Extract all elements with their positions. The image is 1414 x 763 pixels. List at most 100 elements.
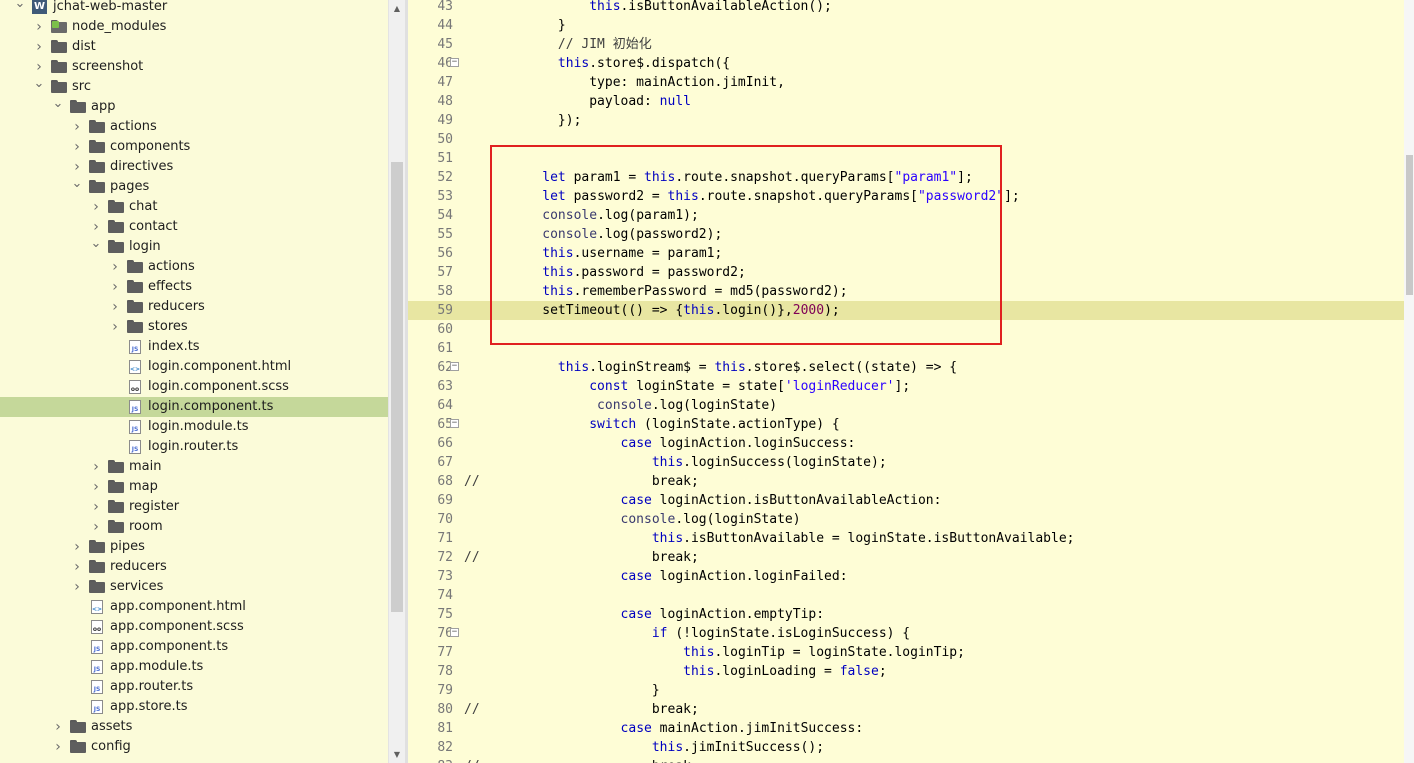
code-line[interactable]: 68 // break; [408,472,1408,491]
chevron-right-icon[interactable]: › [90,497,102,517]
tree-folder[interactable]: › directives [0,157,388,177]
code-line[interactable]: 52 let param1 = this.route.snapshot.quer… [408,168,1408,187]
tree-folder[interactable]: › config [0,737,388,757]
chevron-down-icon[interactable]: ⌄ [14,0,26,17]
chevron-down-icon[interactable]: ⌄ [52,97,64,117]
chevron-right-icon[interactable]: › [90,457,102,477]
tree-folder[interactable]: ⌄ pages [0,177,388,197]
chevron-right-icon[interactable]: › [90,197,102,217]
code-line[interactable]: 61 [408,339,1408,358]
tree-folder[interactable]: › register [0,497,388,517]
code-line[interactable]: 64 console.log(loginState) [408,396,1408,415]
tree-file[interactable]: JS index.ts [0,337,388,357]
code-line[interactable]: 51 [408,149,1408,168]
tree-folder[interactable]: › contact [0,217,388,237]
tree-folder[interactable]: › actions [0,257,388,277]
code-line[interactable]: 55 console.log(password2); [408,225,1408,244]
tree-folder[interactable]: › components [0,137,388,157]
chevron-down-icon[interactable]: ⌄ [90,237,102,257]
code-line[interactable]: 66 case loginAction.loginSuccess: [408,434,1408,453]
code-editor[interactable]: 43 this.isButtonAvailableAction(); 44 } 45… [405,0,1414,763]
tree-folder[interactable]: › stores [0,317,388,337]
tree-folder[interactable]: › map [0,477,388,497]
project-root[interactable]: ⌄ Wjchat-web-master [0,0,388,17]
code-line[interactable]: 43 this.isButtonAvailableAction(); [408,0,1408,16]
code-line[interactable]: 76− if (!loginState.isLoginSuccess) { [408,624,1408,643]
tree-file[interactable]: JS login.component.ts [0,397,388,417]
tree-folder[interactable]: › pipes [0,537,388,557]
tree-file[interactable]: JS login.module.ts [0,417,388,437]
tree-file[interactable]: <> app.component.html [0,597,388,617]
chevron-right-icon[interactable]: › [90,477,102,497]
editor-scrollbar[interactable] [1404,0,1414,763]
code-line[interactable]: 53 let password2 = this.route.snapshot.q… [408,187,1408,206]
tree-folder[interactable]: › chat [0,197,388,217]
chevron-right-icon[interactable]: › [71,537,83,557]
code-line[interactable]: 73 case loginAction.loginFailed: [408,567,1408,586]
explorer-scrollbar-thumb[interactable] [391,162,403,612]
code-line[interactable]: 46− this.store$.dispatch({ [408,54,1408,73]
chevron-right-icon[interactable]: › [71,577,83,597]
code-line[interactable]: 78 this.loginLoading = false; [408,662,1408,681]
code-line[interactable]: 49 }); [408,111,1408,130]
tree-folder[interactable]: › reducers [0,557,388,577]
fold-toggle-icon[interactable]: − [450,628,459,637]
tree-folder[interactable]: › dist [0,37,388,57]
code-line[interactable]: 47 type: mainAction.jimInit, [408,73,1408,92]
tree-file[interactable]: JS app.module.ts [0,657,388,677]
editor-scrollbar-thumb[interactable] [1406,155,1413,295]
tree-folder[interactable]: › reducers [0,297,388,317]
chevron-right-icon[interactable]: › [71,157,83,177]
tree-folder[interactable]: › services [0,577,388,597]
tree-folder[interactable]: › actions [0,117,388,137]
code-line[interactable]: 69 case loginAction.isButtonAvailableAct… [408,491,1408,510]
code-line[interactable]: 44 } [408,16,1408,35]
code-line[interactable]: 56 this.username = param1; [408,244,1408,263]
tree-folder[interactable]: ⌄ app [0,97,388,117]
code-line[interactable]: 60 [408,320,1408,339]
tree-folder[interactable]: › room [0,517,388,537]
fold-toggle-icon[interactable]: − [450,419,459,428]
code-line[interactable]: 75 case loginAction.emptyTip: [408,605,1408,624]
code-line[interactable]: 45 // JIM 初始化 [408,35,1408,54]
code-line[interactable]: 72 // break; [408,548,1408,567]
fold-toggle-icon[interactable]: − [450,58,459,67]
chevron-right-icon[interactable]: › [109,257,121,277]
code-line[interactable]: 82 this.jimInitSuccess(); [408,738,1408,757]
scroll-down-arrow-icon[interactable]: ▼ [389,746,405,763]
fold-toggle-icon[interactable]: − [450,362,459,371]
tree-folder[interactable]: ⌄ login [0,237,388,257]
code-line[interactable]: 71 this.isButtonAvailable = loginState.i… [408,529,1408,548]
tree-file[interactable]: JS app.store.ts [0,697,388,717]
chevron-right-icon[interactable]: › [33,37,45,57]
code-line[interactable]: 83 // break; [408,757,1408,763]
chevron-right-icon[interactable]: › [71,137,83,157]
code-line[interactable]: 48 payload: null [408,92,1408,111]
tree-folder[interactable]: › screenshot [0,57,388,77]
tree-file[interactable]: oo login.component.scss [0,377,388,397]
code-line[interactable]: 54 console.log(param1); [408,206,1408,225]
code-line[interactable]: 67 this.loginSuccess(loginState); [408,453,1408,472]
chevron-down-icon[interactable]: ⌄ [71,177,83,197]
tree-folder[interactable]: › effects [0,277,388,297]
chevron-right-icon[interactable]: › [52,737,64,757]
code-line[interactable]: 59 setTimeout(() => {this.login()},2000)… [408,301,1408,320]
code-line[interactable]: 65− switch (loginState.actionType) { [408,415,1408,434]
chevron-right-icon[interactable]: › [90,517,102,537]
code-line[interactable]: 70 console.log(loginState) [408,510,1408,529]
code-line[interactable]: 62− this.loginStream$ = this.store$.sele… [408,358,1408,377]
chevron-right-icon[interactable]: › [109,317,121,337]
chevron-right-icon[interactable]: › [33,17,45,37]
tree-folder[interactable]: › main [0,457,388,477]
chevron-right-icon[interactable]: › [71,557,83,577]
code-line[interactable]: 81 case mainAction.jimInitSuccess: [408,719,1408,738]
chevron-right-icon[interactable]: › [90,217,102,237]
scroll-up-arrow-icon[interactable]: ▲ [389,0,405,17]
tree-file[interactable]: JS login.router.ts [0,437,388,457]
code-line[interactable]: 57 this.password = password2; [408,263,1408,282]
tree-file[interactable]: <> login.component.html [0,357,388,377]
explorer-scrollbar[interactable]: ▲ ▼ [388,0,405,763]
code-line[interactable]: 63 const loginState = state['loginReduce… [408,377,1408,396]
tree-file[interactable]: JS app.component.ts [0,637,388,657]
code-line[interactable]: 58 this.rememberPassword = md5(password2… [408,282,1408,301]
